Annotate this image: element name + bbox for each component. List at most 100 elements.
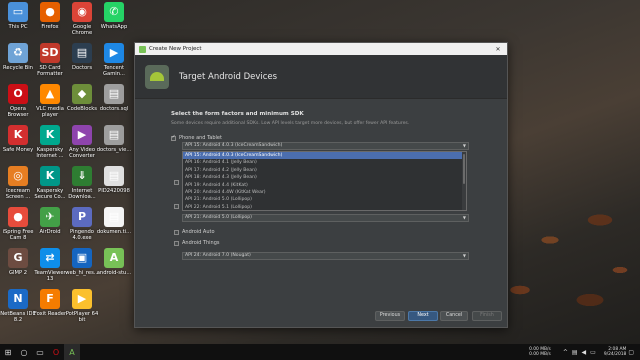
notification-icon[interactable]: ▢	[628, 349, 634, 356]
battery-icon[interactable]: ▭	[590, 349, 596, 356]
auto-checkbox-row[interactable]: Android Auto	[174, 228, 215, 236]
desktop-icon[interactable]: ◎ Icecream Screen ...	[0, 166, 36, 200]
app-icon: F	[40, 289, 60, 309]
chevron-down-icon: ▼	[462, 253, 466, 258]
desktop-icon[interactable]: ● Firefox	[32, 2, 68, 30]
dropdown-option[interactable]: API 16: Android 4.1 (Jelly Bean)	[183, 159, 466, 166]
things-min-sdk-select[interactable]: API 24: Android 7.0 (Nougat) ▼	[182, 252, 469, 260]
dropdown-option[interactable]: API 15: Android 4.0.3 (IceCreamSandwich)	[183, 152, 466, 160]
desktop-icon-label: doctors_vie...	[96, 147, 132, 153]
desktop-icon[interactable]: K Kaspersky Secure Co...	[32, 166, 68, 200]
app-icon: ▶	[72, 289, 92, 309]
dropdown-scrollbar[interactable]	[462, 152, 466, 210]
desktop-icon-label: Kaspersky Internet ...	[36, 147, 64, 159]
app-icon: ▭	[8, 2, 28, 22]
things-min-sdk-value: API 24: Android 7.0 (Nougat)	[185, 253, 251, 258]
desktop-icon[interactable]: ◉ Google Chrome	[64, 2, 100, 36]
finish-button[interactable]: Finish	[472, 311, 502, 321]
android-logo-icon	[145, 64, 169, 89]
taskbar: ⊞ ○ ▭ O A 0.00 MB/s 0.00 MB/s ^ ▤ ◀ ▭ 2:…	[0, 344, 640, 360]
desktop-icon[interactable]: Aandroid-stu...	[96, 248, 132, 276]
app-icon: ⇓	[72, 166, 92, 186]
windows-start-icon[interactable]: ⊞	[0, 344, 16, 360]
desktop-icon[interactable]: ▣ web_hi_res...	[64, 248, 100, 276]
desktop-icon[interactable]: N NetBeans IDE 8.2	[0, 289, 36, 323]
chevron-up-icon[interactable]: ^	[563, 349, 568, 356]
desktop-icon[interactable]: SD SD Card Formatter	[32, 43, 68, 77]
desktop-icon[interactable]: ◆ CodeBlocks	[64, 84, 100, 112]
desktop-icon[interactable]: ♻ Recycle Bin	[0, 43, 36, 71]
desktop-icon[interactable]: P Pingendo 4.0.exe	[64, 207, 100, 241]
dropdown-option[interactable]: API 18: Android 4.3 (Jelly Bean)	[183, 174, 466, 181]
app-icon: ▲	[40, 84, 60, 104]
dropdown-option[interactable]: API 17: Android 4.2 (Jelly Bean)	[183, 167, 466, 174]
desktop-icon[interactable]: ✆ WhatsApp	[96, 2, 132, 30]
things-label: Android Things	[182, 240, 220, 246]
desktop-icon[interactable]: ▲ VLC media player	[32, 84, 68, 118]
desktop-icon-label: GIMP 2	[8, 270, 28, 276]
desktop-icon[interactable]: ▶ Any Video Converter	[64, 125, 100, 159]
desktop-icon[interactable]: K Kaspersky Internet ...	[32, 125, 68, 159]
android-studio-icon	[139, 45, 146, 53]
desktop-icon-label: VLC media player	[36, 106, 64, 118]
things-checkbox-row[interactable]: Android Things	[174, 239, 219, 247]
task-view-icon[interactable]: ▭	[32, 344, 48, 360]
desktop-icon-label: PotPlayer 64 bit	[65, 311, 99, 323]
desktop-icon[interactable]: ✈ AirDroid	[32, 207, 68, 235]
opera-taskbar-icon[interactable]: O	[48, 344, 64, 360]
section-heading: Select the form factors and minimum SDK	[171, 111, 304, 117]
dialog-titlebar: Create New Project ✕	[135, 43, 507, 55]
desktop-icon[interactable]: ▤ doctors_vie...	[96, 125, 132, 153]
app-icon: ⇄	[40, 248, 60, 268]
close-icon[interactable]: ✕	[493, 46, 503, 53]
desktop-icon[interactable]: ⇄ TeamViewer 13	[32, 248, 68, 282]
clock[interactable]: 2:08 AM 9/24/2018	[604, 347, 627, 358]
app-icon: N	[8, 289, 28, 309]
desktop-icon[interactable]: ▤ doctors.sql	[96, 84, 132, 112]
cancel-button[interactable]: Cancel	[440, 311, 468, 321]
network-icon[interactable]: ▤	[572, 349, 578, 356]
things-checkbox[interactable]	[174, 240, 179, 246]
lower-min-sdk-value: API 21: Android 5.0 (Lollipop)	[185, 215, 252, 220]
phone-min-sdk-select[interactable]: API 15: Android 4.0.3 (IceCreamSandwich)…	[182, 142, 469, 150]
wear-checkbox[interactable]	[174, 180, 179, 185]
desktop-icon[interactable]: ▤ PID2420098	[96, 166, 132, 194]
app-icon: SD	[40, 43, 60, 63]
desktop-icon[interactable]: ▶ PotPlayer 64 bit	[64, 289, 100, 323]
phone-tablet-checkbox-row[interactable]: Phone and Tablet	[171, 134, 507, 142]
app-icon: ▶	[72, 125, 92, 145]
desktop-icon[interactable]: O Opera Browser	[0, 84, 36, 118]
desktop-icon[interactable]: F Foxit Reader	[32, 289, 68, 317]
desktop-icon[interactable]: ▤ dokumen.ti...	[96, 207, 132, 235]
desktop-icon-label: Tencent Gamin...	[103, 65, 125, 77]
previous-button[interactable]: Previous	[375, 311, 405, 321]
app-icon: ▤	[104, 84, 124, 104]
desktop-icon[interactable]: G GIMP 2	[0, 248, 36, 276]
app-icon: ◆	[72, 84, 92, 104]
app-icon: ◎	[8, 166, 28, 186]
android-studio-taskbar-icon[interactable]: A	[64, 344, 80, 360]
desktop-icon[interactable]: ⇓ Internet Downloa...	[64, 166, 100, 200]
dropdown-option[interactable]: API 22: Android 5.1 (Lollipop)	[183, 204, 466, 210]
dropdown-option[interactable]: API 19: Android 4.4 (KitKat)	[183, 182, 466, 189]
desktop-icon[interactable]: ▶ Tencent Gamin...	[96, 43, 132, 77]
desktop-icon[interactable]: ▭ This PC	[0, 2, 36, 30]
app-icon: ♻	[8, 43, 28, 63]
phone-tablet-checkbox[interactable]	[171, 134, 176, 141]
min-sdk-dropdown-list: API 15: Android 4.0.3 (IceCreamSandwich)…	[182, 151, 467, 211]
volume-icon[interactable]: ◀	[582, 349, 587, 356]
dropdown-option[interactable]: API 21: Android 5.0 (Lollipop)	[183, 196, 466, 203]
desktop-icon[interactable]: ▤ Doctors	[64, 43, 100, 71]
desktop-icon-label: Recycle Bin	[3, 65, 33, 71]
next-button[interactable]: Next	[408, 311, 438, 321]
dropdown-option[interactable]: API 20: Android 4.4W (KitKat Wear)	[183, 189, 466, 196]
auto-checkbox[interactable]	[174, 229, 179, 235]
desktop-icon-label: TeamViewer 13	[34, 270, 66, 282]
app-icon: G	[8, 248, 28, 268]
app-icon: K	[40, 125, 60, 145]
search-icon[interactable]: ○	[16, 344, 32, 360]
desktop-icon[interactable]: K Safe Money	[0, 125, 36, 153]
lower-min-sdk-select[interactable]: API 21: Android 5.0 (Lollipop) ▼	[182, 214, 469, 222]
desktop-icon[interactable]: ● iSpring Free Cam 8	[0, 207, 36, 241]
tv-checkbox[interactable]	[174, 204, 179, 209]
